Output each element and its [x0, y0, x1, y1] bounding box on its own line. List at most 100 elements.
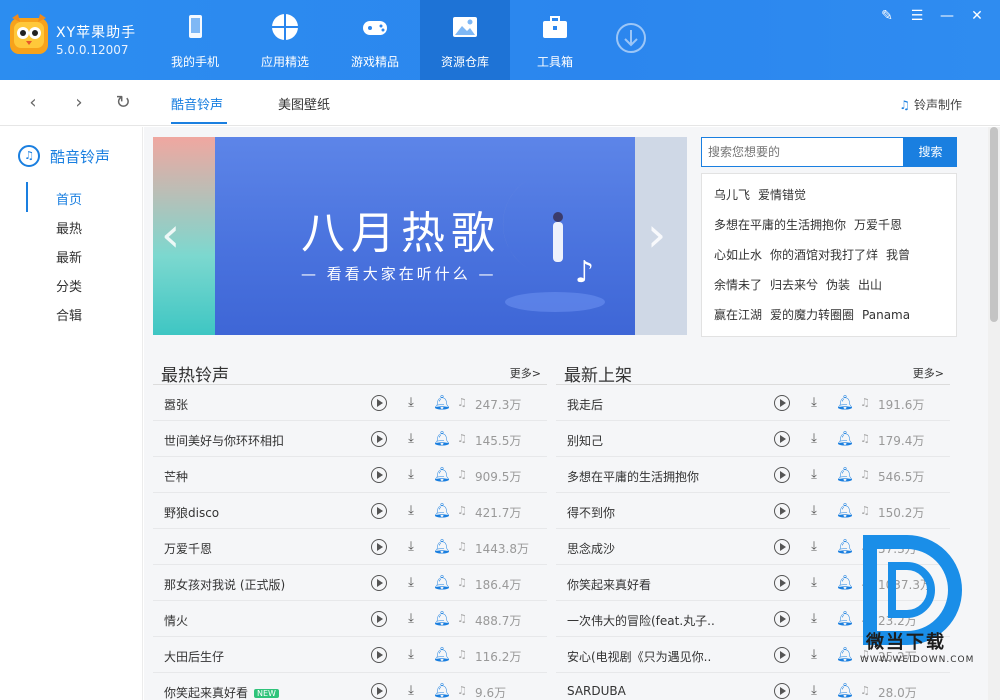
hot-search-keyword[interactable]: 伪装 — [826, 278, 850, 292]
ringtone-row[interactable]: 得不到你 ⤓ 🔔︎ ♫ 150.2万 — [556, 493, 950, 529]
bell-icon[interactable]: 🔔︎ — [836, 467, 854, 483]
bell-icon[interactable]: 🔔︎ — [433, 575, 451, 591]
ringtone-row[interactable]: 你笑起来真好看 NEW ⤓ 🔔︎ ♫ 9.6万 — [153, 673, 547, 700]
tab-wallpapers[interactable]: 美图壁纸 — [278, 94, 330, 113]
ringtone-row[interactable]: 野狼disco ⤓ 🔔︎ ♫ 421.7万 — [153, 493, 547, 529]
ringtone-row[interactable]: 情火 ⤓ 🔔︎ ♫ 488.7万 — [153, 601, 547, 637]
ringtone-row[interactable]: 多想在平庸的生活拥抱你 ⤓ 🔔︎ ♫ 546.5万 — [556, 457, 950, 493]
ringtone-name[interactable]: 别知己 — [567, 432, 603, 449]
ringtone-row[interactable]: 那女孩对我说 (正式版) ⤓ 🔔︎ ♫ 186.4万 — [153, 565, 547, 601]
bell-icon[interactable]: 🔔︎ — [433, 503, 451, 519]
menu-icon[interactable]: ☰ — [902, 6, 932, 26]
play-icon[interactable] — [774, 431, 790, 447]
play-icon[interactable] — [371, 611, 387, 627]
ringtone-name[interactable]: 野狼disco — [164, 504, 219, 521]
sidebar-item-hottest[interactable]: 最热 — [56, 218, 82, 237]
hot-search-keyword[interactable]: 你的酒馆对我打了烊 — [770, 248, 878, 262]
bell-icon[interactable]: 🔔︎ — [433, 431, 451, 447]
download-icon[interactable]: ⤓ — [404, 467, 418, 483]
download-icon[interactable]: ⤓ — [807, 683, 821, 699]
download-icon[interactable]: ⤓ — [404, 647, 418, 663]
ringtone-row[interactable]: 我走后 ⤓ 🔔︎ ♫ 191.6万 — [556, 385, 950, 421]
hot-search-keyword[interactable]: 赢在江湖 — [714, 308, 762, 322]
ringtone-row[interactable]: SARDUBA ⤓ 🔔︎ ♫ 28.0万 — [556, 673, 950, 700]
hot-search-keyword[interactable]: 我曾 — [886, 248, 910, 262]
download-icon[interactable]: ⤓ — [404, 611, 418, 627]
chevron-left-icon[interactable]: ‹ — [161, 207, 180, 263]
download-icon[interactable]: ⤓ — [404, 539, 418, 555]
hot-search-keyword[interactable]: 归去来兮 — [770, 278, 818, 292]
ringtone-name[interactable]: 思念成沙 — [567, 540, 615, 557]
bell-icon[interactable]: 🔔︎ — [433, 467, 451, 483]
download-icon[interactable]: ⤓ — [807, 647, 821, 663]
bell-icon[interactable]: 🔔︎ — [836, 431, 854, 447]
ringtone-name[interactable]: 一次伟大的冒险(feat.丸子.. — [567, 612, 715, 629]
download-icon[interactable]: ⤓ — [807, 539, 821, 555]
ringtone-name[interactable]: 你笑起来真好看 NEW — [164, 684, 279, 700]
ringtone-name[interactable]: 世间美好与你环环相扣 — [164, 432, 284, 449]
play-icon[interactable] — [774, 467, 790, 483]
ringtone-name[interactable]: 多想在平庸的生活拥抱你 — [567, 468, 699, 485]
download-icon[interactable]: ⤓ — [807, 611, 821, 627]
download-icon[interactable]: ⤓ — [404, 431, 418, 447]
close-icon[interactable]: ✕ — [962, 6, 992, 26]
bell-icon[interactable]: 🔔︎ — [836, 503, 854, 519]
forward-icon[interactable]: › — [68, 92, 90, 114]
hot-search-keyword[interactable]: 乌儿飞 — [714, 188, 750, 202]
more-link[interactable]: 更多> — [510, 365, 541, 381]
sidebar-item-categories[interactable]: 分类 — [56, 276, 82, 295]
ringtone-row[interactable]: 嚣张 ⤓ 🔔︎ ♫ 247.3万 — [153, 385, 547, 421]
hot-search-keyword[interactable]: 爱的魔力转圈圈 — [770, 308, 854, 322]
ringtone-make-button[interactable]: ♫ 铃声制作 — [899, 96, 962, 113]
sidebar-item-collections[interactable]: 合辑 — [56, 305, 82, 324]
bell-icon[interactable]: 🔔︎ — [836, 611, 854, 627]
ringtone-row[interactable]: 芒种 ⤓ 🔔︎ ♫ 909.5万 — [153, 457, 547, 493]
bell-icon[interactable]: 🔔︎ — [836, 395, 854, 411]
nav-games[interactable]: 游戏精品 — [330, 0, 420, 80]
search-input[interactable] — [701, 137, 904, 167]
ringtone-row[interactable]: 万爱千恩 ⤓ 🔔︎ ♫ 1443.8万 — [153, 529, 547, 565]
play-icon[interactable] — [371, 647, 387, 663]
download-icon[interactable]: ⤓ — [807, 395, 821, 411]
play-icon[interactable] — [774, 611, 790, 627]
play-icon[interactable] — [774, 503, 790, 519]
ringtone-name[interactable]: SARDUBA — [567, 684, 626, 698]
ringtone-name[interactable]: 万爱千恩 — [164, 540, 212, 557]
nav-download[interactable] — [600, 0, 660, 80]
play-icon[interactable] — [371, 575, 387, 591]
nav-my-phone[interactable]: 我的手机 — [150, 0, 240, 80]
download-icon[interactable]: ⤓ — [807, 467, 821, 483]
more-link[interactable]: 更多> — [913, 365, 944, 381]
sidebar-item-newest[interactable]: 最新 — [56, 247, 82, 266]
hot-search-keyword[interactable]: 余情未了 — [714, 278, 762, 292]
download-icon[interactable]: ⤓ — [807, 431, 821, 447]
ringtone-name[interactable]: 我走后 — [567, 396, 603, 413]
play-icon[interactable] — [774, 539, 790, 555]
bell-icon[interactable]: 🔔︎ — [433, 647, 451, 663]
ringtone-row[interactable]: 别知己 ⤓ 🔔︎ ♫ 179.4万 — [556, 421, 950, 457]
ringtone-name[interactable]: 那女孩对我说 (正式版) — [164, 576, 285, 593]
hot-search-keyword[interactable]: 万爱千恩 — [854, 218, 902, 232]
bell-icon[interactable]: 🔔︎ — [433, 683, 451, 699]
play-icon[interactable] — [371, 395, 387, 411]
play-icon[interactable] — [774, 395, 790, 411]
play-icon[interactable] — [371, 467, 387, 483]
tab-ringtones[interactable]: 酷音铃声 — [171, 94, 223, 113]
ringtone-name[interactable]: 安心(电视剧《只为遇见你.. — [567, 648, 711, 665]
play-icon[interactable] — [774, 683, 790, 699]
minimize-icon[interactable]: — — [932, 6, 962, 26]
banner-carousel[interactable]: ♪ 八月热歌 — 看看大家在听什么 — ‹ › — [153, 137, 687, 335]
ringtone-row[interactable]: 大田后生仔 ⤓ 🔔︎ ♫ 116.2万 — [153, 637, 547, 673]
ringtone-name[interactable]: 嚣张 — [164, 396, 188, 413]
play-icon[interactable] — [371, 539, 387, 555]
download-icon[interactable]: ⤓ — [404, 575, 418, 591]
play-icon[interactable] — [774, 647, 790, 663]
nav-apps[interactable]: 应用精选 — [240, 0, 330, 80]
bell-icon[interactable]: 🔔︎ — [836, 647, 854, 663]
play-icon[interactable] — [371, 503, 387, 519]
ringtone-name[interactable]: 你笑起来真好看 — [567, 576, 651, 593]
hot-search-keyword[interactable]: 爱情错觉 — [758, 188, 806, 202]
refresh-icon[interactable]: ↻ — [112, 92, 134, 114]
play-icon[interactable] — [371, 431, 387, 447]
bell-icon[interactable]: 🔔︎ — [433, 395, 451, 411]
